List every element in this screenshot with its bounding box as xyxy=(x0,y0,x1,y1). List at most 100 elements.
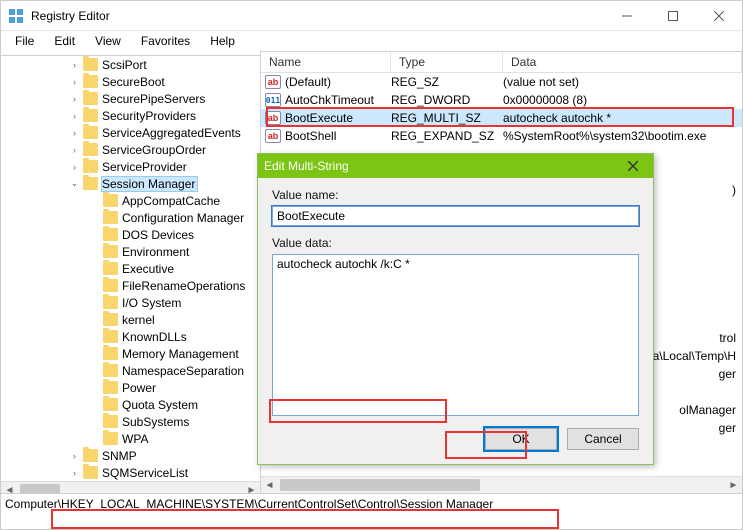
chevron-right-icon[interactable]: › xyxy=(69,93,80,104)
no-expand-icon xyxy=(89,280,100,291)
string-value-icon: ab xyxy=(265,129,281,143)
tree-item[interactable]: ›ServiceAggregatedEvents xyxy=(1,124,260,141)
binary-value-icon: 011 xyxy=(265,93,281,107)
value-name-input[interactable] xyxy=(272,206,639,226)
chevron-right-icon[interactable]: › xyxy=(69,161,80,172)
scroll-right-icon[interactable]: ► xyxy=(725,477,742,494)
chevron-right-icon[interactable]: › xyxy=(69,127,80,138)
tree-item[interactable]: Quota System xyxy=(1,396,260,413)
tree-item[interactable]: › SNMP xyxy=(1,447,260,464)
folder-icon xyxy=(103,245,118,258)
folder-icon xyxy=(103,415,118,428)
folder-icon xyxy=(103,398,118,411)
minimize-button[interactable] xyxy=(604,1,650,31)
col-type[interactable]: Type xyxy=(391,52,503,72)
folder-icon xyxy=(103,262,118,275)
tree-item[interactable]: Executive xyxy=(1,260,260,277)
cancel-button[interactable]: Cancel xyxy=(567,428,639,450)
chevron-right-icon[interactable]: › xyxy=(69,76,80,87)
tree-item[interactable]: I/O System xyxy=(1,294,260,311)
dialog-titlebar[interactable]: Edit Multi-String xyxy=(258,154,653,178)
folder-icon xyxy=(103,228,118,241)
tree-item[interactable]: WPA xyxy=(1,430,260,447)
tree-item-label: Power xyxy=(122,381,156,395)
menu-help[interactable]: Help xyxy=(200,32,245,50)
status-path: \HKEY_LOCAL_MACHINE\SYSTEM\CurrentContro… xyxy=(58,497,494,511)
tree-item-label: SecurityProviders xyxy=(102,109,196,123)
ok-button[interactable]: OK xyxy=(485,428,557,450)
tree-item[interactable]: SubSystems xyxy=(1,413,260,430)
statusbar: Computer\HKEY_LOCAL_MACHINE\SYSTEM\Curre… xyxy=(1,493,742,513)
folder-icon xyxy=(103,313,118,326)
folder-icon xyxy=(103,432,118,445)
tree-item-label: SQMServiceList xyxy=(102,466,188,480)
col-name[interactable]: Name xyxy=(261,52,391,72)
tree-item-label: SNMP xyxy=(102,449,137,463)
chevron-right-icon[interactable]: › xyxy=(69,59,80,70)
no-expand-icon xyxy=(89,416,100,427)
tree-item[interactable]: › ScsiPort xyxy=(1,56,260,73)
tree-item-label: ScsiPort xyxy=(102,58,147,72)
tree-item[interactable]: Environment xyxy=(1,243,260,260)
scroll-left-icon[interactable]: ◄ xyxy=(1,482,18,494)
folder-icon xyxy=(83,466,98,479)
list-hscrollbar[interactable]: ◄ ► xyxy=(261,476,742,493)
tree-item[interactable]: FileRenameOperations xyxy=(1,277,260,294)
folder-icon xyxy=(103,347,118,360)
value-name: (Default) xyxy=(285,75,331,89)
chevron-down-icon[interactable]: ⌄ xyxy=(69,178,80,189)
col-data[interactable]: Data xyxy=(503,52,742,72)
table-row[interactable]: ab(Default)REG_SZ(value not set) xyxy=(261,73,742,91)
value-type: REG_SZ xyxy=(391,75,503,89)
tree-item[interactable]: KnownDLLs xyxy=(1,328,260,345)
maximize-button[interactable] xyxy=(650,1,696,31)
chevron-right-icon[interactable]: › xyxy=(69,144,80,155)
tree-item[interactable]: NamespaceSeparation xyxy=(1,362,260,379)
close-button[interactable] xyxy=(696,1,742,31)
tree-item[interactable]: Power xyxy=(1,379,260,396)
tree-item[interactable]: ›SecureBoot xyxy=(1,73,260,90)
dialog-close-button[interactable] xyxy=(619,156,647,176)
tree-item[interactable]: › SecurityProviders xyxy=(1,107,260,124)
tree-item[interactable]: ›SecurePipeServers xyxy=(1,90,260,107)
tree-item[interactable]: ›ServiceGroupOrder xyxy=(1,141,260,158)
tree-item[interactable]: AppCompatCache xyxy=(1,192,260,209)
tree-item[interactable]: Memory Management xyxy=(1,345,260,362)
tree-item[interactable]: DOS Devices xyxy=(1,226,260,243)
tree-item-label: Environment xyxy=(122,245,189,259)
tree-item-label: Configuration Manager xyxy=(122,211,244,225)
key-tree[interactable]: ›ScsiPort›SecureBoot›SecurePipeServers›S… xyxy=(1,51,261,493)
menu-favorites[interactable]: Favorites xyxy=(131,32,200,50)
no-expand-icon xyxy=(89,263,100,274)
menu-view[interactable]: View xyxy=(85,32,131,50)
menu-edit[interactable]: Edit xyxy=(44,32,85,50)
tree-hscrollbar[interactable]: ◄ ► xyxy=(1,481,260,493)
value-data-input[interactable] xyxy=(272,254,639,416)
folder-icon xyxy=(83,177,98,190)
no-expand-icon xyxy=(89,348,100,359)
scroll-left-icon[interactable]: ◄ xyxy=(261,477,278,494)
chevron-right-icon[interactable]: › xyxy=(69,467,80,478)
menu-file[interactable]: File xyxy=(5,32,44,50)
no-expand-icon xyxy=(89,229,100,240)
table-row[interactable]: abBootShellREG_EXPAND_SZ%SystemRoot%\sys… xyxy=(261,127,742,145)
scroll-right-icon[interactable]: ► xyxy=(243,482,260,494)
chevron-right-icon[interactable]: › xyxy=(69,450,80,461)
obscured-text: ger xyxy=(719,367,736,381)
chevron-right-icon[interactable]: › xyxy=(69,110,80,121)
string-value-icon: ab xyxy=(265,75,281,89)
tree-item-label: SubSystems xyxy=(122,415,189,429)
no-expand-icon xyxy=(89,297,100,308)
folder-icon xyxy=(103,296,118,309)
tree-item[interactable]: ⌄Session Manager xyxy=(1,175,260,192)
tree-item[interactable]: ›ServiceProvider xyxy=(1,158,260,175)
tree-item[interactable]: › SQMServiceList xyxy=(1,464,260,481)
tree-item-label: DOS Devices xyxy=(122,228,194,242)
table-row[interactable]: 011AutoChkTimeoutREG_DWORD0x00000008 (8) xyxy=(261,91,742,109)
tree-item[interactable]: Configuration Manager xyxy=(1,209,260,226)
table-row[interactable]: abBootExecuteREG_MULTI_SZautocheck autoc… xyxy=(261,109,742,127)
tree-item[interactable]: kernel xyxy=(1,311,260,328)
folder-icon xyxy=(103,211,118,224)
folder-icon xyxy=(83,449,98,462)
tree-item-label: AppCompatCache xyxy=(122,194,220,208)
